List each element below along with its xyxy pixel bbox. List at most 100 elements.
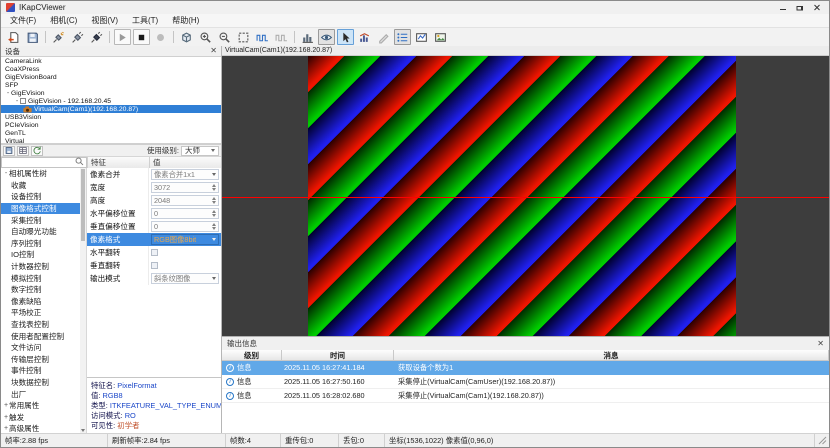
property-spinner[interactable]: 3072	[151, 182, 219, 193]
draw-line-icon[interactable]	[375, 29, 392, 45]
bar-chart-icon[interactable]	[356, 29, 373, 45]
device-tree-item[interactable]: SFP	[1, 81, 221, 89]
close-button[interactable]	[809, 2, 824, 13]
property-spinner[interactable]: 2048	[151, 195, 219, 206]
category-item[interactable]: + 触发	[1, 411, 80, 423]
category-item[interactable]: 设备控制	[1, 191, 80, 203]
device-tree-item[interactable]: CoaXPress	[1, 65, 221, 73]
feature-search-input[interactable]	[2, 158, 74, 167]
output-panel-close-icon[interactable]: ✕	[817, 339, 824, 348]
menu-item-help[interactable]: 帮助(H)	[165, 14, 206, 28]
pointer-icon[interactable]	[337, 29, 354, 45]
category-item[interactable]: 出厂	[1, 388, 80, 400]
start-grab-icon[interactable]	[114, 29, 131, 45]
category-item[interactable]: 文件访问	[1, 342, 80, 354]
zoom-in-icon[interactable]	[197, 29, 214, 45]
toolbar	[1, 28, 829, 46]
fit-window-icon[interactable]	[235, 29, 252, 45]
device-label: PCIeVision	[5, 121, 39, 129]
device-tree-item[interactable]: PCIeVision	[1, 121, 221, 129]
output-rows: i 信息 2025.11.05 16:27:41.184 获取设备个数为1 i 信息 202…	[222, 361, 829, 403]
category-item[interactable]: 查找表控制	[1, 319, 80, 331]
eye-icon[interactable]	[318, 29, 335, 45]
feature-search-box[interactable]	[1, 157, 87, 168]
refresh-features-button[interactable]	[31, 145, 43, 156]
spinner-arrows-icon[interactable]	[209, 210, 216, 217]
save-features-button[interactable]	[3, 145, 15, 156]
histogram-icon[interactable]	[299, 29, 316, 45]
category-item[interactable]: 模拟控制	[1, 272, 80, 284]
category-item[interactable]: IO控制	[1, 249, 80, 261]
restore-button[interactable]	[792, 2, 807, 13]
device-tree-item[interactable]: - GigEVision - 192.168.20.45	[1, 97, 221, 105]
spinner-arrows-icon[interactable]	[209, 223, 216, 230]
property-dropdown[interactable]: RGB图像8bit	[151, 234, 219, 245]
menu-item-view[interactable]: 视图(V)	[84, 14, 125, 28]
category-item[interactable]: 事件控制	[1, 365, 80, 377]
stop-grab-icon[interactable]	[133, 29, 150, 45]
property-value-cell	[149, 259, 221, 272]
image-view-icon[interactable]	[432, 29, 449, 45]
category-item[interactable]: 平场校正	[1, 307, 80, 319]
spinner-arrows-icon[interactable]	[209, 184, 216, 191]
minimize-button[interactable]	[775, 2, 790, 13]
line-profile-icon[interactable]	[413, 29, 430, 45]
record-icon[interactable]	[152, 29, 169, 45]
device-tree-item[interactable]: GenTL	[1, 129, 221, 137]
waveform-gray-icon[interactable]	[273, 29, 290, 45]
image-canvas[interactable]	[222, 56, 829, 336]
category-item[interactable]: + 高级属性	[1, 423, 80, 433]
waveform-blue-icon[interactable]	[254, 29, 271, 45]
menu-item-tools[interactable]: 工具(T)	[125, 14, 165, 28]
menu-item-file[interactable]: 文件(F)	[3, 14, 43, 28]
log-level-text: 信息	[237, 362, 252, 372]
category-item[interactable]: 图像格式控制	[1, 202, 80, 215]
property-spinner[interactable]: 0	[151, 208, 219, 219]
grid-view-button[interactable]	[17, 145, 29, 156]
line-profile-marker[interactable]	[222, 197, 829, 198]
device-tree-item[interactable]: - GigEVision	[1, 89, 221, 97]
device-tree-item[interactable]: CameraLink	[1, 57, 221, 65]
category-item[interactable]: 像素缺陷	[1, 296, 80, 308]
property-row: 垂直偏移位置 0	[87, 220, 221, 233]
device-checkbox[interactable]	[20, 98, 26, 104]
data-list-icon[interactable]	[394, 29, 411, 45]
log-row[interactable]: i 信息 2025.11.05 16:28:02.680 采集停止(VirtualCa…	[222, 389, 829, 403]
category-item[interactable]: 传输层控制	[1, 354, 80, 366]
property-dropdown[interactable]: 斜条纹图像	[151, 273, 219, 284]
disconnect-camera-icon[interactable]	[88, 29, 105, 45]
category-item[interactable]: 自动曝光功能	[1, 226, 80, 238]
log-row[interactable]: i 信息 2025.11.05 16:27:41.184 获取设备个数为1	[222, 361, 829, 375]
spinner-arrows-icon[interactable]	[209, 197, 216, 204]
connect-camera-icon[interactable]	[69, 29, 86, 45]
cube-3d-icon[interactable]	[178, 29, 195, 45]
property-dropdown[interactable]: 像素合并1x1	[151, 169, 219, 180]
image-view-tab[interactable]: VirtualCam(Cam1)(192.168.20.87)	[222, 46, 829, 56]
property-spinner[interactable]: 0	[151, 221, 219, 232]
category-item[interactable]: 数字控制	[1, 284, 80, 296]
save-config-icon[interactable]	[24, 29, 41, 45]
device-tree-item[interactable]: GigEVisionBoard	[1, 73, 221, 81]
category-item[interactable]: 序列控制	[1, 238, 80, 250]
menu-item-camera[interactable]: 相机(C)	[43, 14, 84, 28]
category-item[interactable]: - 相机属性树	[1, 168, 80, 180]
property-checkbox[interactable]	[151, 249, 158, 256]
device-tree-item[interactable]: VirtualCam(Cam1)(192.168.20.87)	[1, 105, 221, 113]
category-label: 图像格式控制	[11, 204, 57, 214]
user-level-select[interactable]: 大师	[181, 145, 219, 156]
category-item[interactable]: 收藏	[1, 180, 80, 192]
zoom-out-icon[interactable]	[216, 29, 233, 45]
category-item[interactable]: + 常用属性	[1, 400, 80, 412]
discover-cameras-icon[interactable]	[50, 29, 67, 45]
load-config-icon[interactable]	[5, 29, 22, 45]
device-panel-close-icon[interactable]: ✕	[210, 47, 217, 55]
property-checkbox[interactable]	[151, 262, 158, 269]
device-tree-item[interactable]: USB3Vision	[1, 113, 221, 121]
log-row[interactable]: i 信息 2025.11.05 16:27:50.160 采集停止(VirtualCa…	[222, 375, 829, 389]
category-scrollbar[interactable]	[80, 168, 86, 433]
category-item[interactable]: 采集控制	[1, 214, 80, 226]
category-item[interactable]: 使用者配置控制	[1, 330, 80, 342]
category-item[interactable]: 计数器控制	[1, 261, 80, 273]
device-tree-item[interactable]: Virtual	[1, 137, 221, 144]
category-item[interactable]: 块数据控制	[1, 377, 80, 389]
